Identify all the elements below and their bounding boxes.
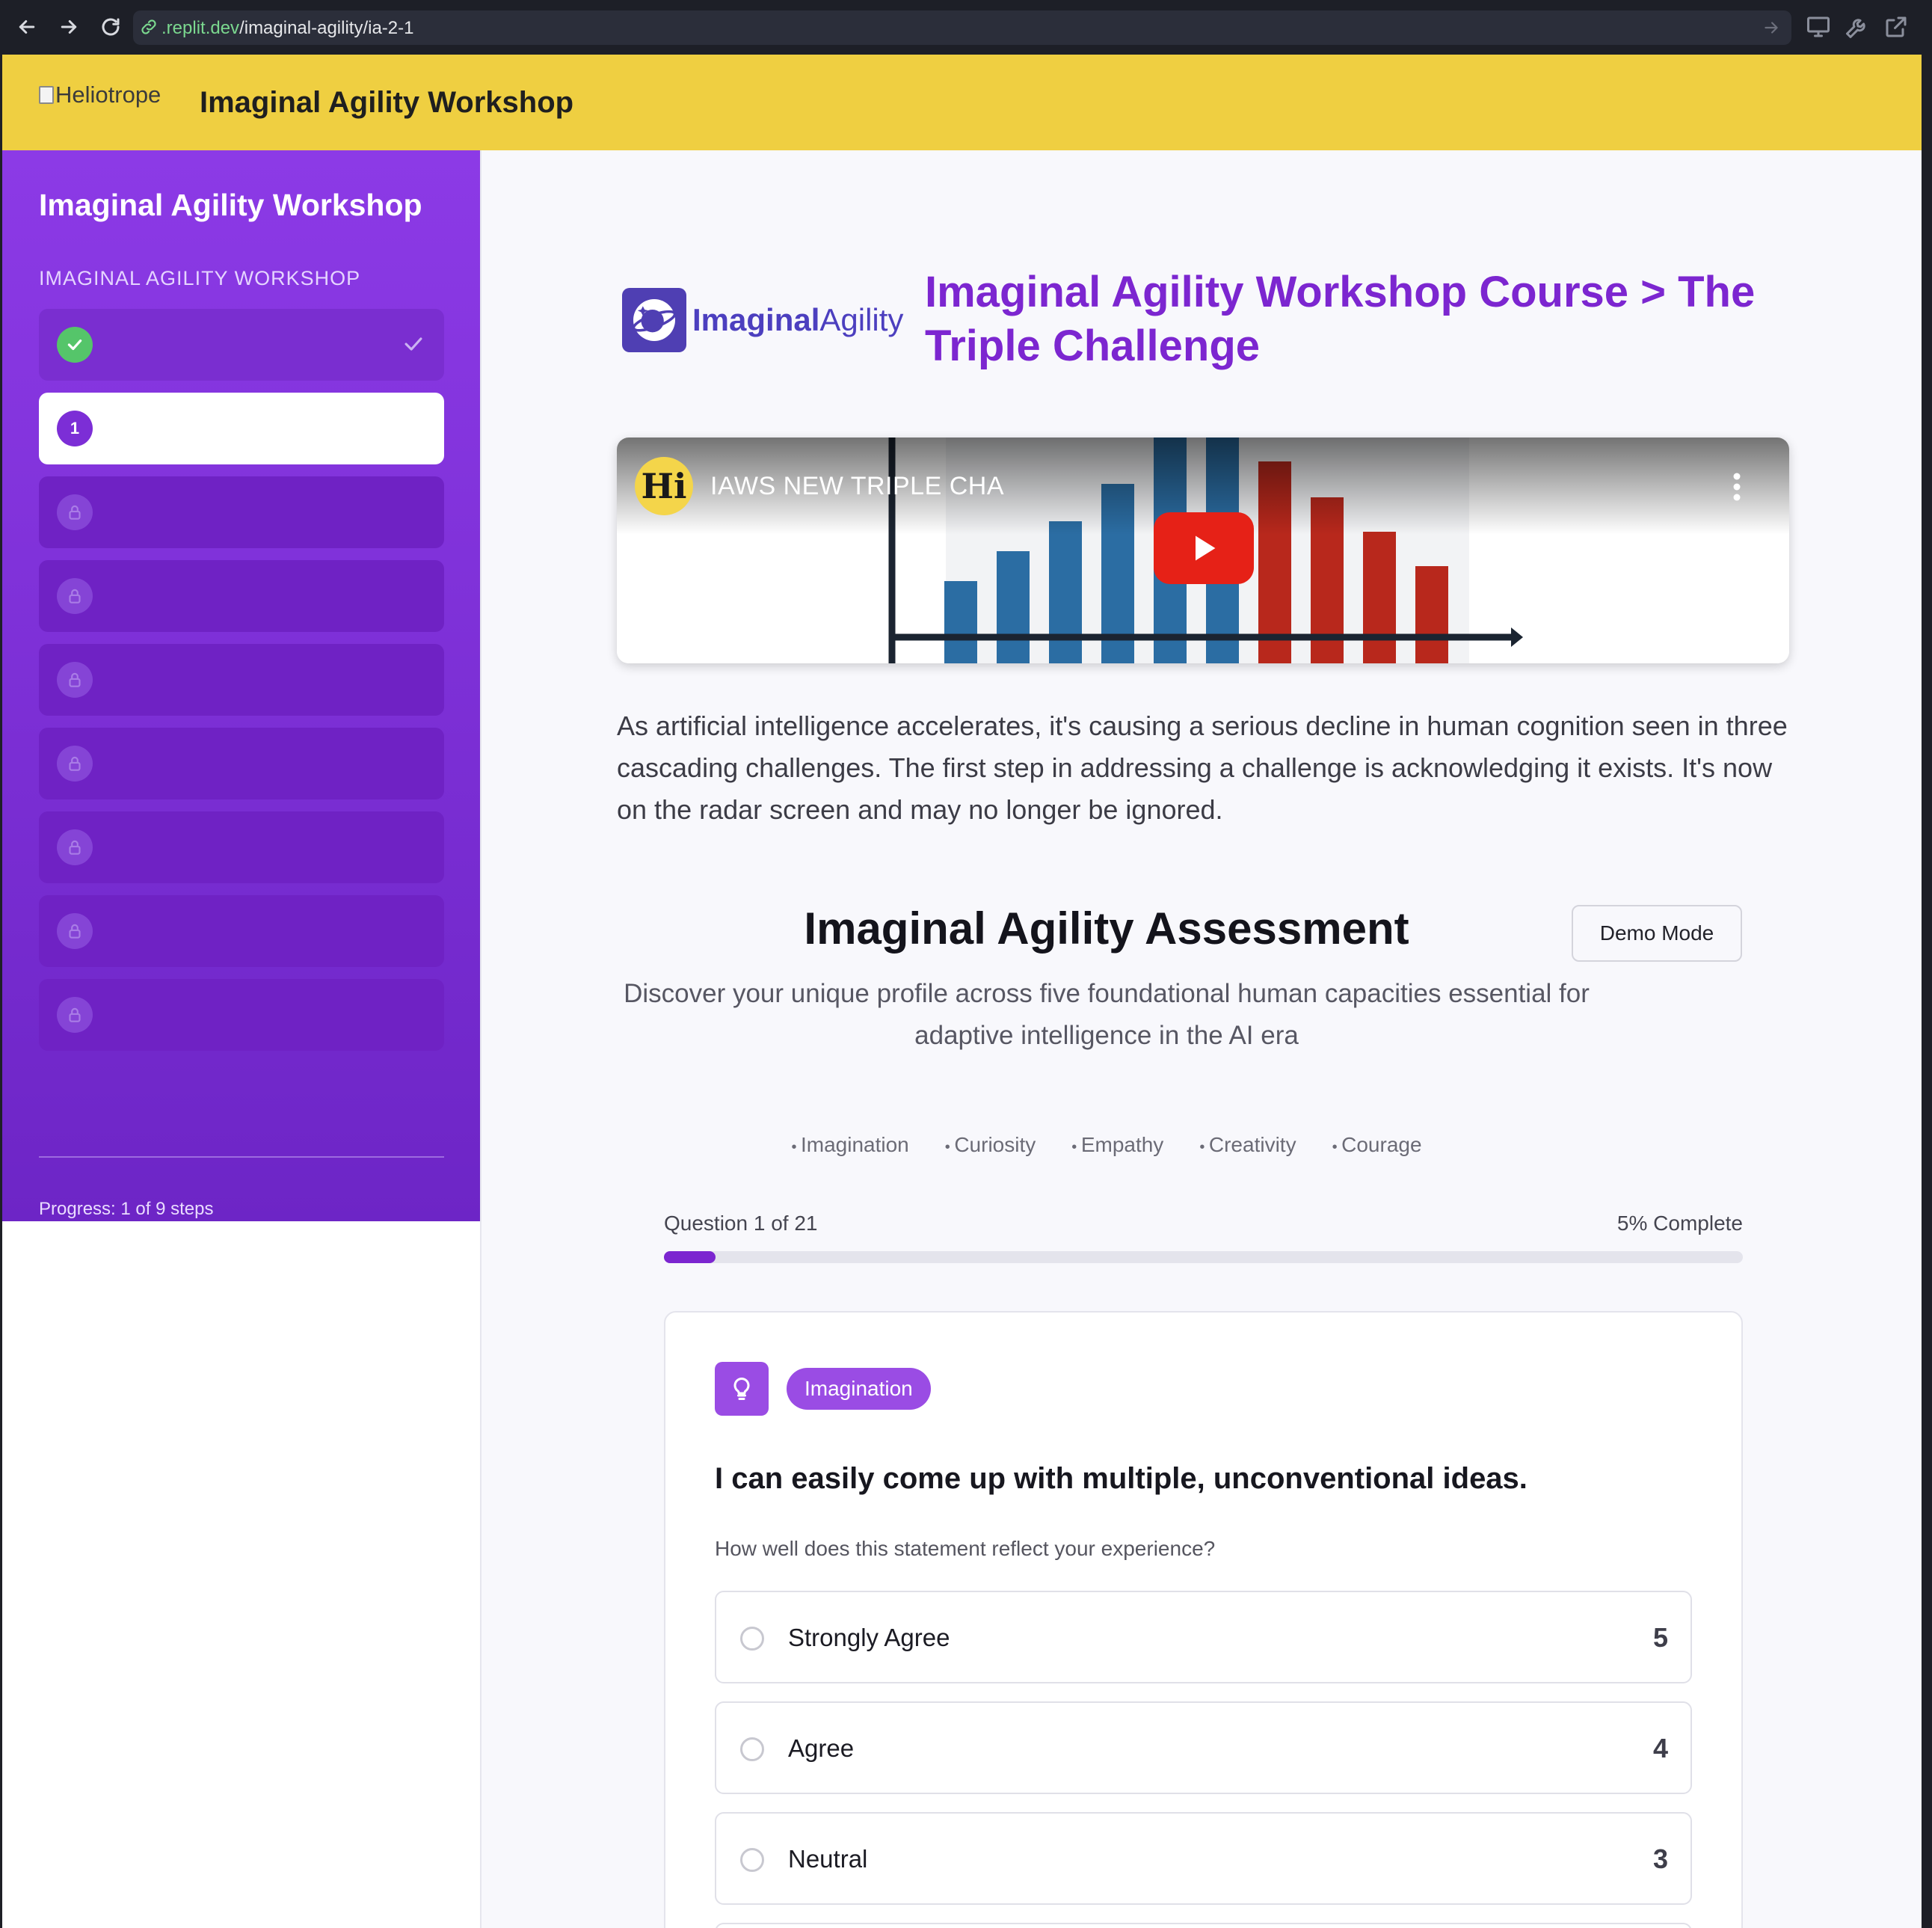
brand-logo-broken-image: Heliotrope bbox=[39, 82, 161, 108]
sidebar-title: Imaginal Agility Workshop bbox=[39, 188, 422, 222]
radio-button[interactable] bbox=[740, 1737, 764, 1761]
broken-image-icon bbox=[39, 86, 54, 104]
sidebar-step-item bbox=[39, 644, 444, 716]
app-window: Heliotrope Imaginal Agility Workshop Ima… bbox=[2, 55, 1922, 1928]
address-bar[interactable]: .replit.dev/imaginal-agility/ia-2-1 bbox=[133, 10, 1791, 45]
answer-option[interactable]: Disagree2 bbox=[715, 1923, 1692, 1928]
arrow-left-icon bbox=[19, 20, 35, 34]
video-player[interactable]: Hi IAWS NEW TRIPLE CHA bbox=[617, 438, 1789, 663]
lock-icon bbox=[57, 829, 93, 865]
app-title: Imaginal Agility Workshop bbox=[200, 86, 574, 119]
sidebar-section-label: IMAGINAL AGILITY WORKSHOP bbox=[39, 267, 361, 289]
back-button[interactable] bbox=[10, 10, 43, 43]
thumbnail-bar bbox=[997, 551, 1030, 663]
capacity-item: Courage bbox=[1332, 1133, 1421, 1157]
video-title[interactable]: IAWS NEW TRIPLE CHA bbox=[710, 472, 1004, 501]
sidebar-step-item bbox=[39, 728, 444, 799]
browser-chrome: .replit.dev/imaginal-agility/ia-2-1 bbox=[0, 0, 1932, 55]
forward-button[interactable] bbox=[52, 10, 85, 43]
radio-button[interactable] bbox=[740, 1627, 764, 1651]
question-hint: How well does this statement reflect you… bbox=[715, 1537, 1216, 1560]
play-button[interactable] bbox=[1154, 512, 1254, 584]
sidebar-step-item[interactable]: 1 bbox=[39, 393, 444, 464]
question-counter: Question 1 of 21 bbox=[664, 1212, 818, 1235]
monitor-icon bbox=[1807, 16, 1830, 37]
intro-paragraph: As artificial intelligence accelerates, … bbox=[617, 710, 1788, 825]
question-card: Imagination I can easily come up with mu… bbox=[664, 1311, 1743, 1928]
sidebar-blank-area bbox=[2, 1221, 480, 1928]
reload-icon bbox=[102, 18, 120, 36]
go-arrow-icon[interactable] bbox=[1762, 18, 1781, 37]
percent-complete: 5% Complete bbox=[1616, 1212, 1743, 1235]
logo-wordmark: ImaginalAgility bbox=[692, 302, 904, 337]
step-number-badge: 1 bbox=[57, 411, 93, 446]
check-circle-icon bbox=[57, 327, 93, 363]
thumbnail-bar bbox=[1363, 532, 1396, 663]
capacity-list: Imagination Curiosity Empathy Creativity Cou… bbox=[617, 1133, 1596, 1157]
thumbnail-bar bbox=[1049, 521, 1082, 663]
sidebar-step-item bbox=[39, 895, 444, 967]
sidebar-step-item bbox=[39, 476, 444, 548]
assessment-progress-fill bbox=[664, 1251, 716, 1263]
demo-mode-button[interactable]: Demo Mode bbox=[1572, 905, 1742, 962]
wrench-icon bbox=[1846, 19, 1865, 38]
assessment-subtitle: Discover your unique profile across five… bbox=[624, 979, 1590, 1050]
question-text: I can easily come up with multiple, unco… bbox=[715, 1462, 1528, 1495]
more-vertical-icon[interactable] bbox=[1732, 472, 1741, 502]
sidebar: Imaginal Agility Workshop IMAGINAL AGILI… bbox=[2, 150, 480, 1242]
answer-label: Neutral bbox=[788, 1845, 868, 1873]
devices-button[interactable] bbox=[1805, 13, 1832, 40]
category-badge: Imagination bbox=[787, 1368, 931, 1410]
thumbnail-bar bbox=[1415, 566, 1448, 663]
imaginal-agility-logo: ImaginalAgility bbox=[622, 288, 903, 352]
sidebar-step-item[interactable] bbox=[39, 309, 444, 381]
channel-avatar[interactable]: Hi bbox=[635, 457, 693, 515]
lightbulb-icon bbox=[715, 1362, 769, 1416]
sidebar-border bbox=[480, 150, 482, 1928]
capacity-item: Empathy bbox=[1071, 1133, 1164, 1157]
sidebar-progress-label: Progress: 1 of 9 steps bbox=[39, 1199, 214, 1219]
logo-alt-text: Heliotrope bbox=[55, 82, 161, 108]
lock-icon bbox=[57, 494, 93, 530]
answer-option[interactable]: Strongly Agree 5 bbox=[715, 1591, 1692, 1683]
answer-score: 3 bbox=[1652, 1843, 1668, 1874]
open-external-button[interactable] bbox=[1883, 13, 1910, 40]
answer-score: 4 bbox=[1652, 1733, 1668, 1763]
radio-button[interactable] bbox=[740, 1848, 764, 1872]
lock-icon bbox=[57, 578, 93, 614]
check-icon bbox=[401, 331, 426, 357]
link-icon bbox=[141, 19, 156, 34]
capacity-item: Imagination bbox=[791, 1133, 909, 1157]
play-icon bbox=[1196, 535, 1216, 561]
url-text: .replit.dev/imaginal-agility/ia-2-1 bbox=[161, 18, 414, 38]
arrow-right-icon bbox=[61, 20, 77, 34]
answer-option[interactable]: Neutral 3 bbox=[715, 1812, 1692, 1905]
lock-icon bbox=[57, 746, 93, 782]
sidebar-step-item bbox=[39, 811, 444, 883]
sidebar-step-item bbox=[39, 560, 444, 632]
sidebar-step-item bbox=[39, 979, 444, 1051]
external-link-icon bbox=[1886, 16, 1907, 37]
page-title: Imaginal Agility Workshop Course > The T… bbox=[925, 268, 1756, 370]
assessment-title: Imaginal Agility Assessment bbox=[804, 903, 1409, 954]
answer-label: Agree bbox=[788, 1734, 855, 1762]
answer-score: 5 bbox=[1652, 1622, 1668, 1653]
capacity-item: Creativity bbox=[1199, 1133, 1296, 1157]
assessment-progress-bar bbox=[664, 1251, 1743, 1263]
reload-button[interactable] bbox=[94, 10, 127, 43]
planet-logo-icon bbox=[622, 288, 686, 352]
top-bar: Heliotrope Imaginal Agility Workshop bbox=[2, 55, 1922, 150]
devtools-button[interactable] bbox=[1844, 13, 1871, 40]
thumbnail-bar bbox=[944, 581, 977, 663]
answer-option[interactable]: Agree 4 bbox=[715, 1701, 1692, 1794]
lock-icon bbox=[57, 997, 93, 1033]
lock-icon bbox=[57, 913, 93, 949]
answer-label: Strongly Agree bbox=[788, 1624, 950, 1651]
sidebar-divider bbox=[39, 1156, 444, 1158]
lock-icon bbox=[57, 662, 93, 698]
capacity-item: Curiosity bbox=[945, 1133, 1036, 1157]
